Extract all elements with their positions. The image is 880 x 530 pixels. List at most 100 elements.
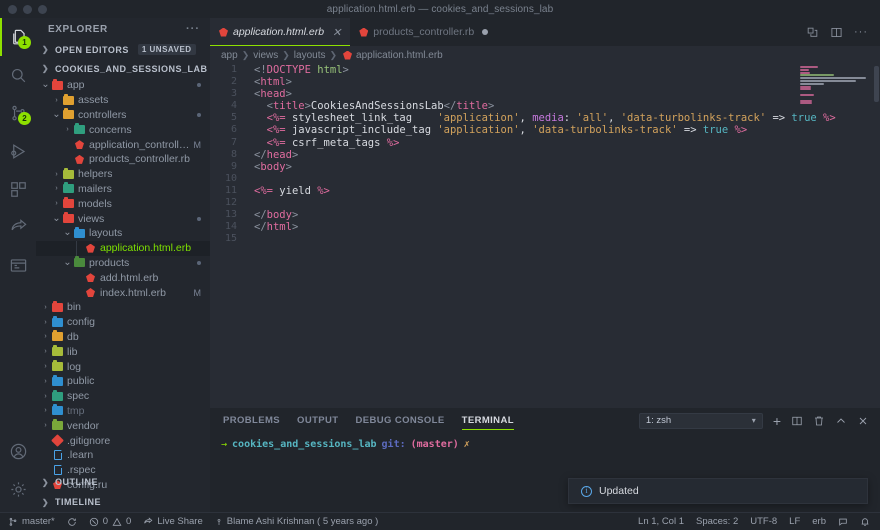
- feedback-icon[interactable]: [838, 517, 848, 527]
- status-eol[interactable]: LF: [789, 516, 800, 527]
- tree-item--gitignore[interactable]: .gitignore: [36, 433, 210, 448]
- unsaved-indicator-icon[interactable]: [482, 29, 489, 35]
- breadcrumb-segment[interactable]: app: [221, 50, 238, 61]
- code-token: >: [291, 209, 299, 222]
- breadcrumb-separator-icon: ❯: [329, 49, 338, 60]
- panel-tab-output[interactable]: OUTPUT: [297, 408, 338, 433]
- folder-app-icon: [51, 78, 64, 90]
- split-editor-icon[interactable]: [830, 26, 843, 39]
- terminal-select[interactable]: 1: zsh ▾: [638, 412, 763, 429]
- minimap-line: [800, 82, 824, 85]
- code-line: 10: [210, 173, 880, 185]
- split-terminal-icon[interactable]: [791, 415, 803, 427]
- chevron-down-icon: ❯: [41, 64, 50, 73]
- explorer-more-actions-icon[interactable]: ···: [186, 23, 200, 35]
- code-line: 12: [210, 197, 880, 209]
- tree-item-spec[interactable]: › spec: [36, 389, 210, 404]
- code-token: ,: [519, 112, 533, 125]
- tree-item-assets[interactable]: › assets: [36, 93, 210, 108]
- status-language-mode[interactable]: erb: [812, 516, 826, 527]
- bell-icon[interactable]: [860, 517, 870, 527]
- tree-item-application-html-erb[interactable]: application.html.erb: [36, 240, 210, 256]
- breadcrumb-segment[interactable]: application.html.erb: [356, 50, 443, 61]
- tree-item-layouts[interactable]: ⌄ layouts: [36, 226, 210, 241]
- section-project-root[interactable]: ❯ COOKIES_AND_SESSIONS_LAB: [36, 59, 210, 78]
- section-timeline[interactable]: ❯ TIMELINE: [36, 492, 210, 512]
- editor-tab-application-html-erb[interactable]: application.html.erb ✕: [210, 18, 351, 46]
- kill-terminal-icon[interactable]: [813, 415, 825, 427]
- tree-item-products-controller-rb[interactable]: products_controller.rb: [36, 152, 210, 167]
- tree-item-public[interactable]: › public: [36, 374, 210, 389]
- status-cursor-position[interactable]: Ln 1, Col 1: [638, 516, 684, 527]
- activity-item-run-and-debug[interactable]: [0, 132, 36, 170]
- tree-item-controllers[interactable]: ⌄ controllers: [36, 108, 210, 123]
- close-tab-icon[interactable]: ✕: [332, 26, 341, 39]
- editor-tab-products-controller-rb[interactable]: products_controller.rb: [350, 18, 498, 46]
- close-panel-icon[interactable]: [857, 415, 869, 427]
- folder-glyph: [52, 404, 63, 416]
- code-token: body: [260, 160, 286, 173]
- panel-tab-debug-console[interactable]: DEBUG CONSOLE: [356, 408, 445, 433]
- activity-item-remote-explorer[interactable]: [0, 246, 36, 284]
- activity-item-explorer[interactable]: 1: [0, 18, 36, 56]
- tree-item--learn[interactable]: .learn: [36, 448, 210, 463]
- split-editor-vertical-icon[interactable]: [806, 26, 819, 39]
- panel-tab-terminal[interactable]: TERMINAL: [461, 408, 515, 433]
- ruby-glyph: [86, 273, 95, 283]
- code-token: CookiesAndSessionsLab: [310, 100, 444, 113]
- tree-item-log[interactable]: › log: [36, 359, 210, 374]
- section-open-editors[interactable]: ❯ OPEN EDITORS 1 UNSAVED: [36, 40, 210, 59]
- panel-tab-problems[interactable]: PROBLEMS: [223, 408, 280, 433]
- editor-scrollbar[interactable]: [874, 66, 879, 102]
- chevron-right-icon: ❯: [41, 477, 50, 487]
- activity-item-manage-settings[interactable]: [0, 470, 36, 508]
- activity-item-live-share[interactable]: [0, 208, 36, 246]
- tree-item-bin[interactable]: › bin: [36, 300, 210, 315]
- activity-item-extensions[interactable]: [0, 170, 36, 208]
- activity-item-search[interactable]: [0, 56, 36, 94]
- tree-item-config[interactable]: › config: [36, 315, 210, 330]
- tree-item-label: products_controller.rb: [89, 153, 190, 166]
- status-encoding[interactable]: UTF-8: [750, 516, 777, 527]
- changes-dot-icon: [197, 83, 201, 88]
- tree-item-concerns[interactable]: › concerns: [36, 122, 210, 137]
- status-live-share[interactable]: Live Share: [143, 516, 203, 527]
- activity-item-accounts[interactable]: [0, 432, 36, 470]
- tree-item-views[interactable]: ⌄ views: [36, 211, 210, 226]
- notification-toast[interactable]: i Updated: [568, 478, 868, 504]
- status-problems[interactable]: 0 0: [89, 516, 131, 527]
- status-git-blame[interactable]: Blame Ashi Krishnan ( 5 years ago ): [215, 516, 378, 527]
- status-branch[interactable]: master*: [8, 516, 55, 527]
- chevron-right-icon: ›: [55, 200, 58, 208]
- folder-spec-icon: [51, 389, 64, 401]
- tree-item-index-html-erb[interactable]: index.html.erb M: [36, 285, 210, 300]
- code-editor[interactable]: 1 <!DOCTYPE html> 2 <html> 3 <head> 4 <title>C…: [210, 64, 880, 408]
- minimap[interactable]: [800, 66, 870, 112]
- status-indentation[interactable]: Spaces: 2: [696, 516, 738, 527]
- tree-item-lib[interactable]: › lib: [36, 344, 210, 359]
- share-icon: [11, 218, 27, 230]
- tree-item-mailers[interactable]: › mailers: [36, 182, 210, 197]
- tree-item-models[interactable]: › models: [36, 196, 210, 211]
- code-text: <head>: [248, 88, 292, 100]
- status-sync[interactable]: [67, 517, 77, 527]
- tree-item-vendor[interactable]: › vendor: [36, 418, 210, 433]
- new-terminal-icon[interactable]: +: [773, 414, 781, 428]
- minimap-line: [800, 88, 811, 91]
- tree-item-application-controller-rb[interactable]: application_controller.rb M: [36, 137, 210, 152]
- activity-item-source-control[interactable]: 2: [0, 94, 36, 132]
- maximize-panel-icon[interactable]: [835, 415, 847, 427]
- breadcrumb-segment[interactable]: layouts: [294, 50, 326, 61]
- tree-item-add-html-erb[interactable]: add.html.erb: [36, 270, 210, 285]
- tree-item-db[interactable]: › db: [36, 330, 210, 345]
- folder-views-icon: [62, 212, 75, 224]
- tree-item-helpers[interactable]: › helpers: [36, 167, 210, 182]
- section-outline[interactable]: ❯ OUTLINE: [36, 472, 210, 492]
- more-actions-icon[interactable]: ···: [854, 26, 868, 38]
- breadcrumb-segment[interactable]: views: [253, 50, 278, 61]
- tree-item-products[interactable]: ⌄ products: [36, 256, 210, 271]
- tree-item-app[interactable]: ⌄ app: [36, 78, 210, 93]
- tree-item-tmp[interactable]: › tmp: [36, 404, 210, 419]
- file-tree: ⌄ app › assets ⌄ controllers › concerns applica…: [36, 78, 210, 492]
